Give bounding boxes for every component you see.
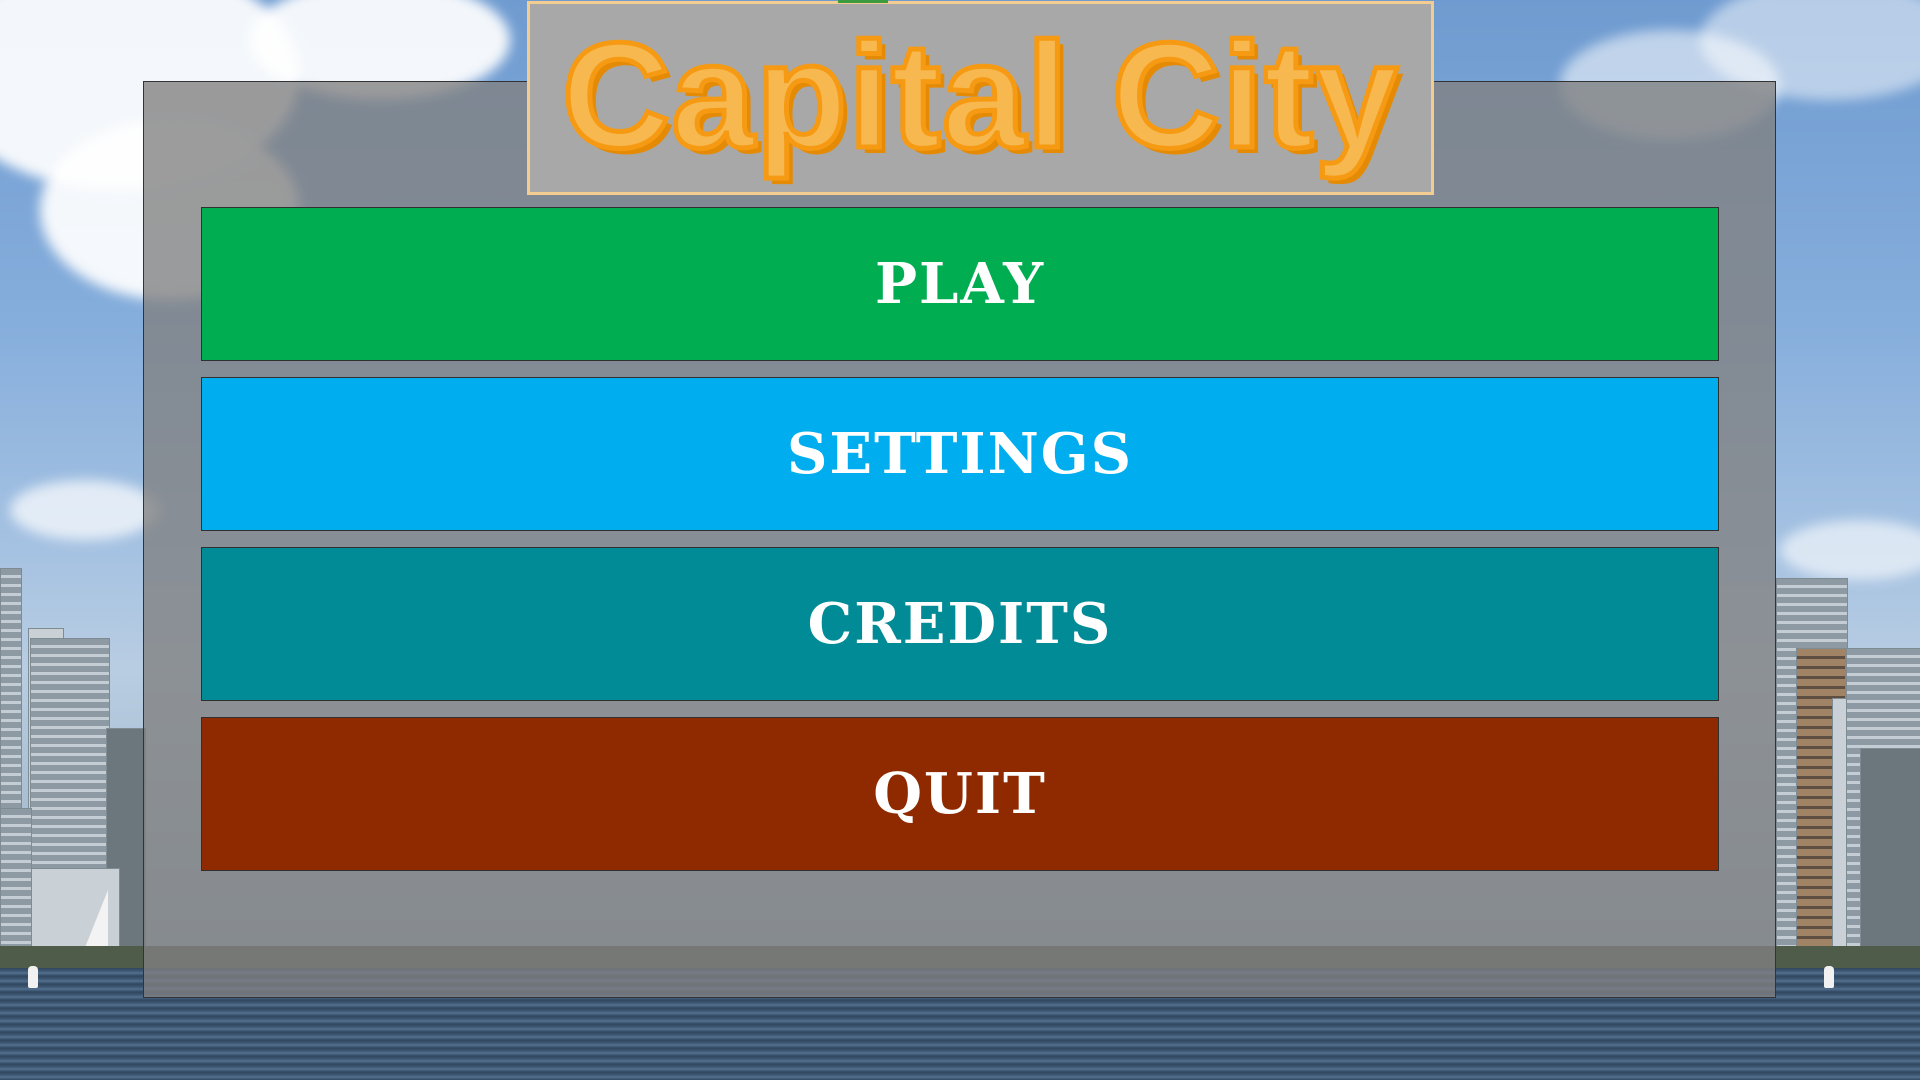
play-button-label: PLAY [874,251,1046,317]
settings-button[interactable]: SETTINGS [201,377,1719,531]
credits-button[interactable]: CREDITS [201,547,1719,701]
game-title-banner: Capital City [527,1,1434,195]
quit-button-label: QUIT [873,761,1047,827]
game-title: Capital City [559,11,1400,179]
title-accent-tab [838,0,888,3]
credits-button-label: CREDITS [807,591,1113,657]
play-button[interactable]: PLAY [201,207,1719,361]
quit-button[interactable]: QUIT [201,717,1719,871]
main-menu-screen: Capital City PLAY SETTINGS CREDITS QUIT [0,0,1920,1080]
settings-button-label: SETTINGS [786,421,1134,487]
